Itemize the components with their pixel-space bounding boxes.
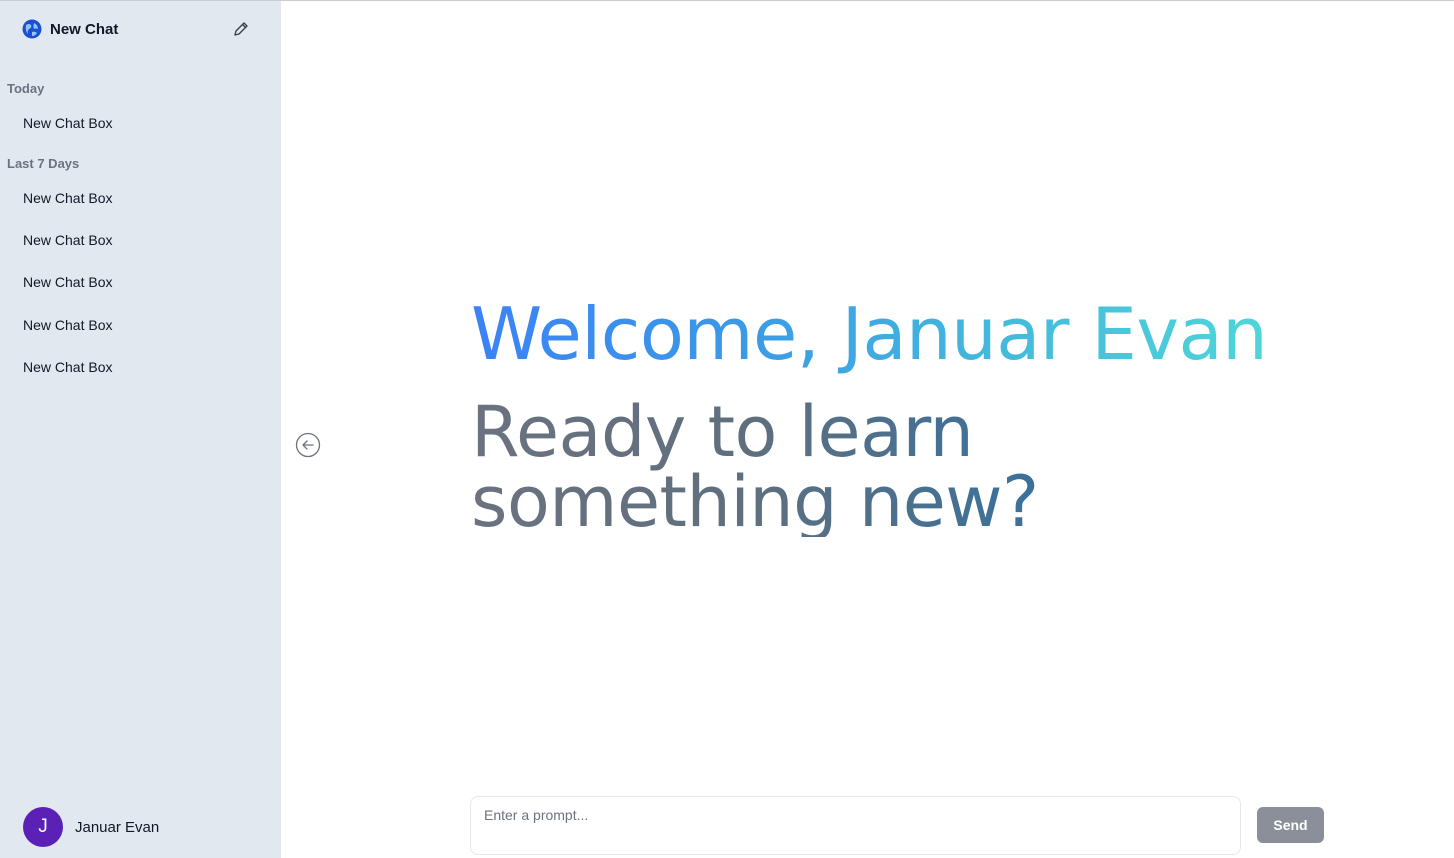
app-window: New Chat Today New Chat Box Last 7 Days … [0,0,1454,858]
chat-item[interactable]: New Chat Box [23,190,112,206]
tagline-line-2: something new? [471,461,1039,543]
chat-item[interactable]: New Chat Box [23,232,112,248]
chat-item[interactable]: New Chat Box [23,274,112,290]
send-button[interactable]: Send [1257,807,1324,843]
group-label-today: Today [7,81,45,96]
new-chat-title[interactable]: New Chat [50,21,118,38]
chat-item[interactable]: New Chat Box [23,317,112,333]
tagline: Ready to learn something new? [471,397,1171,537]
top-border [0,0,1454,1]
globe-logo-icon[interactable] [22,19,42,39]
main-panel: Welcome, Januar Evan Ready to learn some… [281,0,1454,858]
arrow-left-circle-icon[interactable] [295,432,321,458]
prompt-input[interactable] [470,796,1241,855]
chat-item[interactable]: New Chat Box [23,115,112,131]
sidebar: New Chat Today New Chat Box Last 7 Days … [0,0,281,858]
sidebar-header: New Chat [22,16,260,42]
user-name: Januar Evan [75,818,160,836]
pencil-icon[interactable] [232,20,250,38]
group-label-last-7-days: Last 7 Days [7,156,80,171]
user-profile[interactable]: J Januar Evan [23,807,159,847]
avatar[interactable]: J [23,807,63,847]
chat-item[interactable]: New Chat Box [23,359,112,375]
welcome-heading: Welcome, Januar Evan [471,292,1268,376]
